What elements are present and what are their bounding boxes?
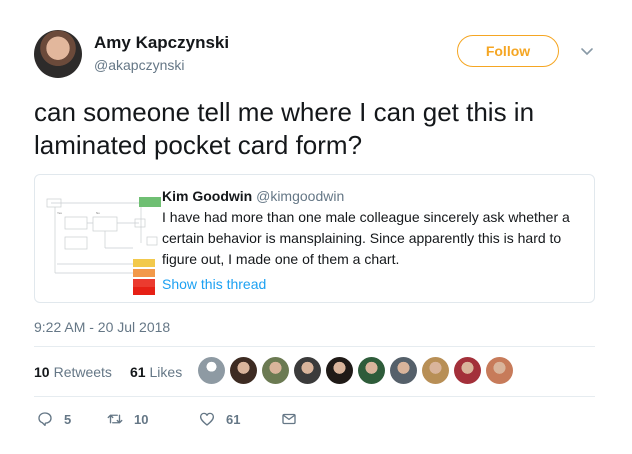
show-thread-link[interactable]: Show this thread bbox=[162, 276, 582, 292]
retweets-stat-label: Retweets bbox=[53, 364, 112, 380]
reply-icon bbox=[38, 412, 52, 427]
quoted-author-name[interactable]: Kim Goodwin bbox=[162, 188, 252, 204]
liker-avatar[interactable] bbox=[422, 357, 449, 384]
author-name[interactable]: Amy Kapczynski bbox=[94, 33, 229, 53]
direct-message-action[interactable] bbox=[280, 410, 298, 428]
divider bbox=[34, 396, 595, 397]
liker-avatar[interactable] bbox=[326, 357, 353, 384]
follow-button[interactable]: Follow bbox=[457, 35, 559, 67]
author-handle[interactable]: @akapczynski bbox=[94, 57, 184, 73]
liker-avatar[interactable] bbox=[294, 357, 321, 384]
likes-stat[interactable]: 61 Likes bbox=[130, 364, 182, 380]
likes-stat-count: 61 bbox=[129, 364, 146, 380]
liker-avatar[interactable] bbox=[262, 357, 289, 384]
quoted-tweet-text: I have had more than one male colleague … bbox=[162, 209, 570, 267]
like-count: 61 bbox=[226, 411, 241, 427]
retweet-count: 10 bbox=[134, 411, 149, 427]
liker-avatars bbox=[198, 357, 513, 384]
liker-avatar[interactable] bbox=[454, 357, 481, 384]
tweet-text: can someone tell me where I can get this… bbox=[34, 97, 535, 160]
liker-avatar[interactable] bbox=[358, 357, 385, 384]
quoted-tweet-card[interactable]: Yes No Kim Goodwin @kimgoodwin I have ha… bbox=[34, 174, 595, 303]
liker-avatar[interactable] bbox=[486, 357, 513, 384]
tweet-timestamp[interactable]: 9:22 AM - 20 Jul 2018 bbox=[34, 319, 170, 335]
reply-count: 5 bbox=[64, 411, 72, 427]
like-action[interactable]: 61 bbox=[198, 410, 280, 428]
envelope-icon bbox=[282, 413, 296, 425]
thumb-label-no: No bbox=[96, 211, 100, 215]
tweet-actions: 5 10 61 bbox=[36, 410, 298, 428]
thumb-label-yes: Yes bbox=[57, 211, 62, 215]
engagement-stats: 10 Retweets 61 Likes bbox=[34, 364, 182, 380]
divider bbox=[34, 346, 595, 347]
quoted-tweet-body: Kim Goodwin @kimgoodwin I have had more … bbox=[162, 188, 582, 292]
likes-stat-label: Likes bbox=[149, 364, 183, 380]
chevron-down-icon[interactable] bbox=[580, 44, 594, 58]
liker-avatar[interactable] bbox=[198, 357, 225, 384]
liker-avatar[interactable] bbox=[390, 357, 417, 384]
liker-avatar[interactable] bbox=[230, 357, 257, 384]
reply-action[interactable]: 5 bbox=[36, 410, 106, 428]
heart-icon bbox=[199, 412, 215, 426]
retweets-stat-count: 10 bbox=[34, 364, 50, 380]
retweet-icon bbox=[107, 414, 123, 424]
retweets-stat[interactable]: 10 Retweets bbox=[34, 364, 112, 380]
retweet-action[interactable]: 10 bbox=[106, 410, 198, 428]
author-avatar[interactable] bbox=[34, 30, 82, 78]
quoted-author-handle[interactable]: @kimgoodwin bbox=[256, 188, 344, 204]
quoted-author: Kim Goodwin @kimgoodwin bbox=[162, 188, 582, 204]
